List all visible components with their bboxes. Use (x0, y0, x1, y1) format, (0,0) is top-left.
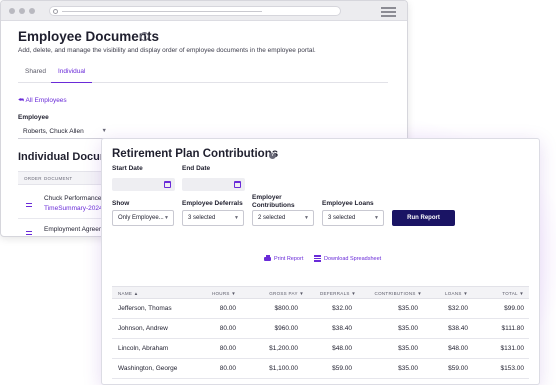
column-deferrals[interactable]: DEFERRALS ▼ (312, 291, 356, 296)
browser-toolbar (1, 1, 407, 21)
help-icon[interactable]: ? (140, 32, 149, 41)
column-total[interactable]: TOTAL ▼ (492, 291, 524, 296)
cell-loans: $38.40 (448, 325, 468, 332)
column-gross-pay[interactable]: GROSS PAY ▼ (252, 291, 304, 296)
show-select[interactable]: Only Employee... ▼ (112, 210, 174, 226)
cell-total: $99.00 (504, 305, 524, 312)
cell-contributions: $35.00 (398, 345, 418, 352)
cell-loans: $48.00 (448, 345, 468, 352)
print-report-link[interactable]: Print Report (274, 256, 303, 262)
retirement-report-panel: Retirement Plan Contributions ? Start Da… (101, 138, 540, 385)
cell-deferrals: $48.00 (332, 345, 352, 352)
column-name[interactable]: NAME ▲ (118, 291, 139, 296)
cell-contributions: $35.00 (398, 365, 418, 372)
cell-gross-pay: $1,100.00 (269, 365, 298, 372)
caret-down-icon: ▼ (101, 128, 107, 134)
tab-shared[interactable]: Shared (25, 68, 46, 83)
cell-name: Johnson, Andrew (118, 325, 168, 332)
employee-select[interactable]: Roberts, Chuck Allen ▼ (18, 124, 111, 139)
cell-gross-pay: $960.00 (274, 325, 299, 332)
contributions-select[interactable]: 2 selected ▼ (252, 210, 314, 226)
cell-hours: 80.00 (219, 305, 236, 312)
cell-hours: 80.00 (219, 345, 236, 352)
show-label: Show (112, 200, 130, 207)
cell-gross-pay: $800.00 (274, 305, 299, 312)
report-title: Retirement Plan Contributions (112, 148, 279, 160)
document-file-link[interactable]: TimeSummary-2024... (44, 205, 108, 212)
cell-total: $153.00 (500, 365, 525, 372)
cell-contributions: $35.00 (398, 305, 418, 312)
caret-down-icon: ▼ (164, 215, 169, 221)
employee-label: Employee (18, 114, 49, 121)
url-placeholder (62, 10, 262, 12)
cell-loans: $32.00 (448, 305, 468, 312)
caret-down-icon: ▼ (374, 215, 379, 221)
window-dot-icon[interactable] (29, 8, 35, 14)
table-row[interactable]: Washington, George 80.00 $1,100.00 $59.0… (112, 359, 529, 379)
cell-deferrals: $38.40 (332, 325, 352, 332)
run-report-button[interactable]: Run Report (392, 210, 455, 226)
print-icon[interactable] (264, 255, 271, 262)
contributions-label: Employer Contributions (252, 194, 295, 209)
deferrals-select-value: 3 selected (188, 215, 216, 221)
cell-total: $131.00 (500, 345, 525, 352)
cell-name: Jefferson, Thomas (118, 305, 172, 312)
table-row[interactable]: Johnson, Andrew 80.00 $960.00 $38.40 $35… (112, 319, 529, 339)
end-date-label: End Date (182, 165, 211, 172)
cell-gross-pay: $1,200.00 (269, 345, 298, 352)
address-bar[interactable] (49, 6, 341, 16)
all-employees-link[interactable]: ⮪ All Employees (18, 97, 67, 105)
column-loans[interactable]: LOANS ▼ (438, 291, 468, 296)
loans-select-value: 3 selected (328, 215, 356, 221)
column-document[interactable]: DOCUMENT (44, 176, 72, 181)
caret-down-icon: ▼ (304, 215, 309, 221)
cell-contributions: $35.00 (398, 325, 418, 332)
cell-name: Lincoln, Abraham (118, 345, 169, 352)
window-dot-icon[interactable] (19, 8, 25, 14)
start-date-input[interactable] (112, 178, 175, 191)
table-row[interactable]: Lincoln, Abraham 80.00 $1,200.00 $48.00 … (112, 339, 529, 359)
cell-name: Washington, George (118, 365, 178, 372)
employee-select-value: Roberts, Chuck Allen (23, 128, 84, 135)
tab-individual[interactable]: Individual (51, 68, 93, 83)
drag-handle-icon[interactable] (26, 231, 32, 236)
download-spreadsheet-link[interactable]: Download Spreadsheet (324, 256, 381, 262)
start-date-label: Start Date (112, 165, 143, 172)
cell-hours: 80.00 (219, 325, 236, 332)
caret-down-icon: ▼ (234, 215, 239, 221)
end-date-input[interactable] (182, 178, 245, 191)
table-row[interactable]: Jefferson, Thomas 80.00 $800.00 $32.00 $… (112, 299, 529, 319)
loans-label: Employee Loans (322, 200, 374, 207)
page-title: Employee Documents (18, 29, 160, 44)
cell-deferrals: $32.00 (332, 305, 352, 312)
drag-handle-icon[interactable] (26, 203, 32, 208)
lock-icon (53, 8, 58, 14)
deferrals-select[interactable]: 3 selected ▼ (182, 210, 244, 226)
cell-loans: $59.00 (448, 365, 468, 372)
calendar-icon[interactable] (164, 181, 171, 188)
loans-select[interactable]: 3 selected ▼ (322, 210, 384, 226)
page-subtitle: Add, delete, and manage the visibility a… (18, 47, 316, 54)
contributions-select-value: 2 selected (258, 215, 286, 221)
calendar-icon[interactable] (234, 181, 241, 188)
cell-total: $111.80 (501, 325, 524, 332)
cell-hours: 80.00 (219, 365, 236, 372)
tab-bar: Shared Individual (18, 68, 388, 83)
spreadsheet-icon[interactable] (314, 255, 321, 262)
column-contributions[interactable]: CONTRIBUTIONS ▼ (362, 291, 422, 296)
show-select-value: Only Employee... (118, 215, 164, 221)
report-table-header: NAME ▲ HOURS ▼ GROSS PAY ▼ DEFERRALS ▼ C… (112, 286, 529, 299)
cell-deferrals: $59.00 (332, 365, 352, 372)
window-dot-icon[interactable] (9, 8, 15, 14)
deferrals-label: Employee Deferrals (182, 200, 243, 207)
menu-icon[interactable] (381, 7, 396, 19)
column-order[interactable]: ORDER (24, 176, 42, 181)
column-hours[interactable]: HOURS ▼ (204, 291, 236, 296)
help-icon[interactable]: ? (269, 152, 276, 159)
